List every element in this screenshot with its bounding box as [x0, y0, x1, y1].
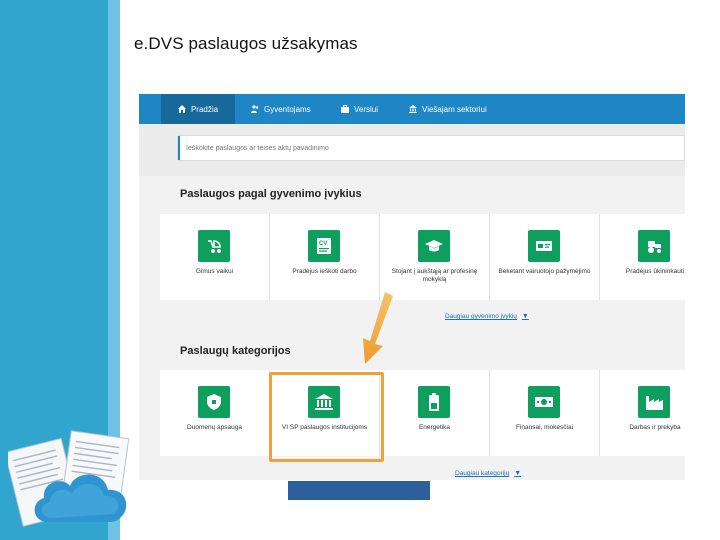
- tile-label: Stojant į aukštąją ar profesinę mokyklą: [391, 268, 478, 283]
- section-title: Paslaugų kategorijos: [180, 345, 291, 357]
- chevron-down-icon: ▼: [514, 470, 522, 477]
- shield-icon: [198, 386, 230, 418]
- car-icon: [528, 230, 560, 262]
- tile-label: Energetika: [418, 424, 451, 431]
- search-box: [177, 135, 685, 161]
- battery-icon: [418, 386, 450, 418]
- graduation-cap-icon: [418, 230, 450, 262]
- more-link-label: Daugiau kategorijų: [455, 470, 510, 477]
- tile-farming[interactable]: Pradėjus ūkininkauti: [600, 214, 685, 300]
- tile-energy[interactable]: Energetika: [380, 370, 490, 456]
- tile-finance-taxes[interactable]: Finansai, mokesčiai: [490, 370, 600, 456]
- factory-icon: [638, 386, 670, 418]
- cv-icon: CV: [308, 230, 340, 262]
- tile-data-protection[interactable]: Duomenų apsauga: [160, 370, 270, 456]
- tile-driver-license[interactable]: Beketant vairuotojo pažymėjimo: [490, 214, 600, 300]
- nav-item-business[interactable]: Verslui: [341, 94, 378, 124]
- categories-section: Paslaugų kategorijos Duomenų apsauga VI …: [139, 333, 685, 480]
- section-title: Paslaugos pagal gyvenimo įvykius: [180, 188, 362, 200]
- nav-item-public-sector[interactable]: Viešajam sektoriui: [409, 94, 487, 124]
- bank-icon: [409, 105, 417, 113]
- money-icon: [528, 386, 560, 418]
- nav-item-label: Verslui: [354, 104, 379, 114]
- svg-text:CV: CV: [319, 241, 327, 247]
- tile-label: Gimus vaikui: [195, 268, 234, 275]
- tile-work-trade[interactable]: Darbas ir prekyba: [600, 370, 685, 456]
- top-strip: [139, 76, 685, 94]
- life-events-section: Paslaugos pagal gyvenimo įvykius Gimus v…: [139, 176, 685, 333]
- more-categories-link[interactable]: Daugiau kategorijų ▼: [455, 470, 521, 477]
- search-input[interactable]: [178, 136, 684, 160]
- users-icon: [251, 105, 259, 113]
- more-link-label: Daugiau gyvenimo įvykių: [445, 313, 517, 320]
- tile-label: Pradėjus ieškoti darbo: [292, 268, 357, 275]
- portal-screenshot: Pradžia Gyventojams Verslui Viešajam sek…: [139, 76, 685, 480]
- main-nav: Pradžia Gyventojams Verslui Viešajam sek…: [139, 94, 685, 124]
- highlight-frame: [269, 372, 384, 462]
- stroller-icon: [198, 230, 230, 262]
- tractor-icon: [638, 230, 670, 262]
- categories-tiles: Duomenų apsauga VI SP paslaugos instituc…: [160, 370, 685, 456]
- tile-label: Beketant vairuotojo pažymėjimo: [498, 268, 591, 275]
- search-area: [139, 124, 685, 176]
- nav-item-label: Pradžia: [190, 104, 219, 114]
- tile-job-search[interactable]: CV Pradėjus ieškoti darbo: [270, 214, 380, 300]
- tile-birth[interactable]: Gimus vaikui: [160, 214, 270, 300]
- home-icon: [177, 105, 186, 113]
- briefcase-icon: [341, 105, 349, 113]
- chevron-down-icon: ▼: [521, 313, 529, 320]
- slide-title: e.DVS paslaugos užsakymas: [134, 34, 358, 53]
- cloud-icon: [34, 474, 127, 522]
- tile-label: Duomenų apsauga: [187, 424, 242, 431]
- tile-label: Darbas ir prekyba: [629, 424, 681, 431]
- more-life-events-link[interactable]: Daugiau gyvenimo įvykių ▼: [445, 313, 529, 320]
- tile-school-admission[interactable]: Stojant į aukštąją ar profesinę mokyklą: [380, 214, 490, 300]
- nav-item-label: Viešajam sektoriui: [422, 104, 487, 114]
- life-events-tiles: Gimus vaikui CV Pradėjus ieškoti darbo S…: [160, 214, 685, 300]
- nav-item-home[interactable]: Pradžia: [161, 94, 235, 124]
- caption-bar: [288, 481, 430, 500]
- nav-item-residents[interactable]: Gyventojams: [251, 94, 311, 124]
- nav-item-label: Gyventojams: [264, 104, 311, 114]
- annotation-arrow: [363, 292, 393, 364]
- tile-label: Finansai, mokesčiai: [515, 424, 574, 431]
- tile-label: Pradėjus ūkininkauti: [625, 268, 685, 275]
